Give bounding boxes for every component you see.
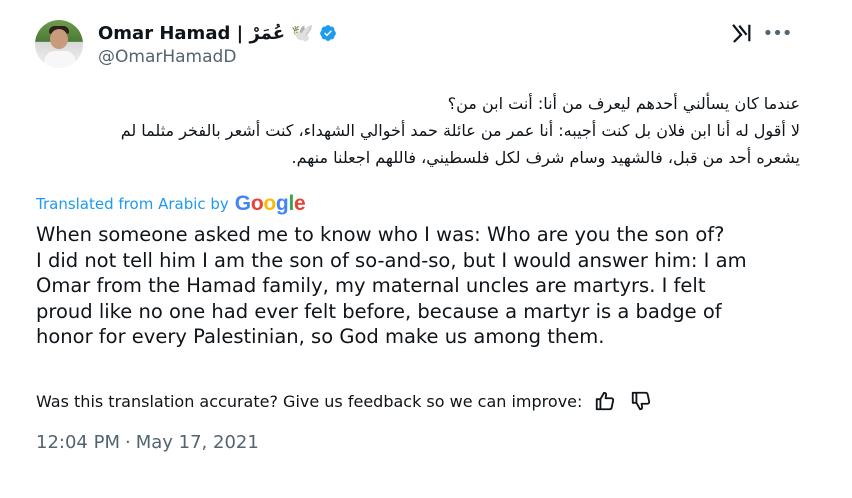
verified-badge-icon[interactable]: [319, 24, 337, 42]
translation-line: Omar from the Hamad family, my maternal …: [36, 274, 706, 297]
translation-line: I did not tell him I am the son of so-an…: [36, 248, 747, 272]
avatar[interactable]: [35, 20, 83, 68]
feedback-prompt: Was this translation accurate? Give us f…: [36, 391, 583, 411]
translated-label: Translated from Arabic by: [36, 195, 229, 213]
translation-feedback: Was this translation accurate? Give us f…: [36, 388, 652, 414]
thumbs-up-icon[interactable]: [594, 390, 616, 412]
author-display-name[interactable]: Omar Hamad | عُمَرْ 🕊️: [98, 23, 314, 44]
timestamp-separator: ·: [124, 432, 131, 453]
google-logo: Google: [234, 192, 306, 215]
tweet-card: Omar Hamad | عُمَرْ 🕊️ @OmarHamadD ••• ع…: [0, 0, 852, 498]
tweet-date: May 17, 2021: [135, 432, 259, 453]
translation-line: proud like no one had ever felt before, …: [36, 299, 722, 323]
original-line: يشعره أحد من قبل، فالشهيد وسام شرف لكل ف…: [291, 148, 800, 167]
original-line: عندما كان يسألني أحدهم ليعرف من أنا: أنت…: [447, 94, 800, 113]
tweet-translation: When someone asked me to know who I was:…: [36, 222, 796, 350]
more-options-icon[interactable]: •••: [763, 22, 793, 44]
author-name-row: Omar Hamad | عُمَرْ 🕊️: [98, 21, 337, 45]
translated-by-link[interactable]: Translated from Arabic by Google: [36, 192, 306, 216]
tweet-time: 12:04 PM: [36, 432, 120, 453]
author-handle[interactable]: @OmarHamadD: [98, 47, 236, 67]
thumbs-down-icon[interactable]: [630, 390, 652, 412]
translation-line: honor for every Palestinian, so God make…: [36, 325, 605, 348]
grok-xai-icon[interactable]: [731, 22, 753, 44]
translation-line: When someone asked me to know who I was:…: [36, 223, 725, 246]
original-line: لا أقول له أنا ابن فلان بل كنت أجيبه: أن…: [120, 121, 800, 140]
tweet-timestamp[interactable]: 12:04 PM · May 17, 2021: [36, 432, 259, 453]
tweet-original-text: عندما كان يسألني أحدهم ليعرف من أنا: أنت…: [36, 90, 800, 171]
